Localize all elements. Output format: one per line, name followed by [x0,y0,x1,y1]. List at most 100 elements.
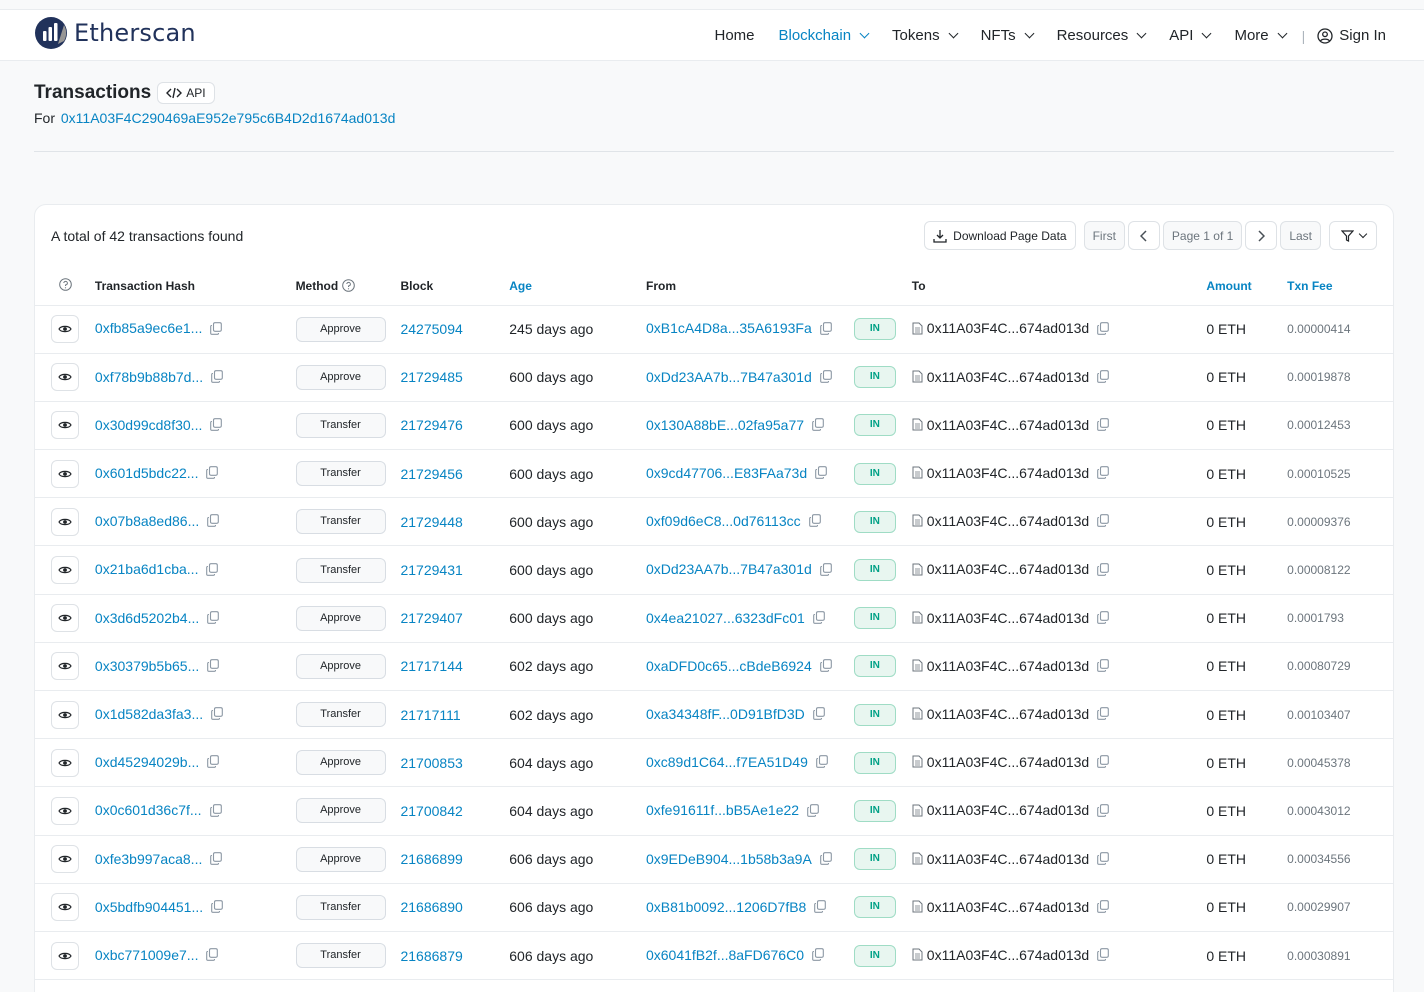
copy-icon[interactable] [812,948,824,964]
from-address-link[interactable]: 0xc89d1C64...f7EA51D49 [646,754,808,770]
from-address-link[interactable]: 0xDd23AA7b...7B47a301d [646,369,812,385]
copy-icon[interactable] [210,321,223,338]
header-fee[interactable]: Txn Fee [1287,267,1393,306]
copy-icon[interactable] [812,611,825,627]
block-link[interactable]: 21686879 [400,948,462,964]
preview-button[interactable] [51,604,79,633]
copy-icon[interactable] [1097,418,1110,434]
copy-icon[interactable] [207,755,220,771]
next-page-button[interactable] [1245,221,1278,250]
copy-icon[interactable] [1097,659,1110,675]
copy-icon[interactable] [1097,803,1110,820]
from-address-link[interactable]: 0xfe91611f...bB5Ae1e22 [646,802,799,818]
block-link[interactable]: 21700853 [400,755,462,771]
tx-hash-link[interactable]: 0x3d6d5202b4... [95,610,199,626]
first-page-button[interactable]: First [1083,221,1125,250]
block-link[interactable]: 21686899 [400,851,462,867]
copy-icon[interactable] [814,900,827,916]
from-address-link[interactable]: 0x6041fB2f...8aFD676C0 [646,947,804,963]
header-amount[interactable]: Amount [1206,267,1288,306]
copy-icon[interactable] [209,803,222,820]
preview-button[interactable] [51,893,79,922]
preview-button[interactable] [51,363,79,392]
from-address-link[interactable]: 0x9EDeB904...1b58b3a9A [646,851,812,867]
preview-button[interactable] [51,315,79,344]
preview-button[interactable] [51,411,79,440]
tx-hash-link[interactable]: 0x30379b5b65... [95,658,199,674]
preview-button[interactable] [51,748,79,777]
sign-in-button[interactable]: Sign In [1317,27,1386,44]
header-age[interactable]: Age [509,267,646,306]
copy-icon[interactable] [819,370,832,386]
block-link[interactable]: 24275094 [400,321,462,337]
copy-icon[interactable] [1097,611,1110,627]
copy-icon[interactable] [211,707,223,723]
nav-item-home[interactable]: Home [714,27,754,44]
copy-icon[interactable] [211,370,223,386]
tx-hash-link[interactable]: 0x30d99cd8f30... [95,417,202,433]
from-address-link[interactable]: 0xB81b0092...1206D7fB8 [646,899,806,915]
from-address-link[interactable]: 0xf09d6eC8...0d76113cc [646,513,801,529]
tx-hash-link[interactable]: 0xd45294029b... [95,754,199,770]
block-link[interactable]: 21700842 [400,803,462,819]
copy-icon[interactable] [206,466,219,482]
preview-button[interactable] [51,459,79,488]
block-link[interactable]: 21729431 [400,562,462,578]
preview-button[interactable] [51,507,79,536]
copy-icon[interactable] [1097,900,1110,916]
question-circle-icon[interactable] [341,278,355,292]
preview-button[interactable] [51,941,79,970]
from-address-link[interactable]: 0xaDFD0c65...cBdeB6924 [646,658,812,674]
nav-item-resources[interactable]: Resources [1057,27,1147,44]
copy-icon[interactable] [1097,370,1110,386]
from-address-link[interactable]: 0x4ea21027...6323dFc01 [646,610,805,626]
copy-icon[interactable] [1097,321,1110,338]
tx-hash-link[interactable]: 0x1d582da3fa3... [95,706,203,722]
prev-page-button[interactable] [1127,221,1160,250]
copy-icon[interactable] [207,611,220,627]
nav-item-blockchain[interactable]: Blockchain [779,27,870,44]
tx-hash-link[interactable]: 0xf78b9b88b7d... [95,369,203,385]
copy-icon[interactable] [819,321,832,338]
from-address-link[interactable]: 0xa34348fF...0D91BfD3D [646,706,805,722]
copy-icon[interactable] [807,803,819,820]
tx-hash-link[interactable]: 0x5bdfb904451... [95,899,203,915]
copy-icon[interactable] [1097,562,1110,579]
question-circle-icon[interactable] [59,277,72,291]
nav-item-more[interactable]: More [1234,27,1288,44]
copy-icon[interactable] [211,900,223,916]
copy-icon[interactable] [812,418,824,434]
copy-icon[interactable] [210,418,223,434]
copy-icon[interactable] [819,659,832,675]
tx-hash-link[interactable]: 0xbc771009e7... [95,947,199,963]
preview-button[interactable] [51,796,79,825]
nav-item-api[interactable]: API [1169,27,1212,44]
last-page-button[interactable]: Last [1280,221,1321,250]
block-link[interactable]: 21717111 [400,707,460,723]
copy-icon[interactable] [1097,466,1110,482]
copy-icon[interactable] [816,755,828,771]
download-button[interactable]: Download Page Data [924,221,1076,250]
block-link[interactable]: 21729448 [400,514,462,530]
from-address-link[interactable]: 0x9cd47706...E83FAa73d [646,465,807,481]
nav-item-tokens[interactable]: Tokens [892,27,959,44]
from-address-link[interactable]: 0x130A88bE...02fa95a77 [646,417,804,433]
tx-hash-link[interactable]: 0xfb85a9ec6e1... [95,320,202,336]
copy-icon[interactable] [815,466,827,482]
copy-icon[interactable] [819,562,832,579]
copy-icon[interactable] [1097,755,1110,771]
from-address-link[interactable]: 0xDd23AA7b...7B47a301d [646,561,812,577]
api-button[interactable]: API [157,82,215,104]
tx-hash-link[interactable]: 0x07b8a8ed86... [95,513,199,529]
preview-button[interactable] [51,556,79,585]
copy-icon[interactable] [1097,948,1110,964]
copy-icon[interactable] [1097,707,1110,723]
block-link[interactable]: 21729485 [400,369,462,385]
block-link[interactable]: 21717144 [400,658,462,674]
copy-icon[interactable] [819,851,832,868]
logo[interactable]: Etherscan [34,16,196,50]
copy-icon[interactable] [206,562,219,579]
tx-hash-link[interactable]: 0xfe3b997aca8... [95,851,202,867]
copy-icon[interactable] [206,948,219,964]
copy-icon[interactable] [808,514,821,530]
